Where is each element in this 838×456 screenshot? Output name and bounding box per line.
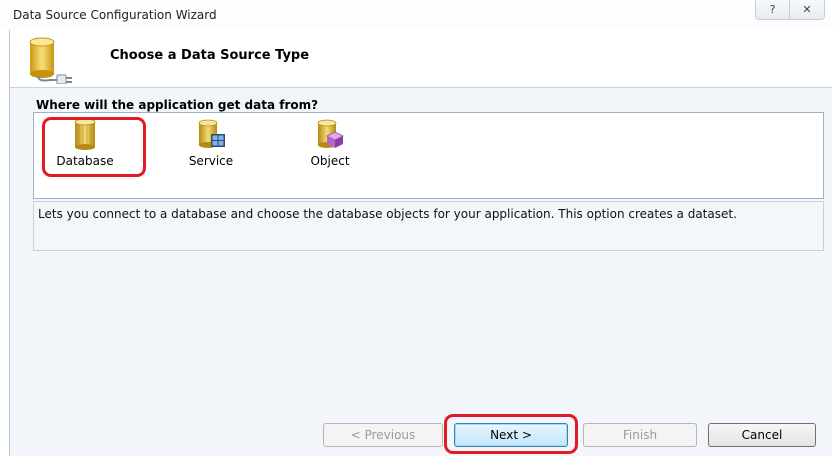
page-title: Choose a Data Source Type (110, 48, 310, 63)
finish-button[interactable]: Finish (583, 423, 697, 447)
help-button[interactable]: ? (755, 0, 789, 20)
previous-button[interactable]: < Previous (323, 423, 443, 447)
cancel-button[interactable]: Cancel (708, 423, 816, 447)
data-source-question: Where will the application get data from… (36, 98, 319, 112)
next-highlight-annotation (444, 414, 578, 454)
object-icon (317, 119, 344, 148)
title-bar: Data Source Configuration Wizard ? ✕ (0, 0, 838, 30)
choice-service[interactable]: Service (178, 118, 244, 174)
choice-object[interactable]: Object (297, 118, 363, 174)
service-icon (198, 119, 225, 148)
window-title: Data Source Configuration Wizard (13, 8, 217, 22)
close-button[interactable]: ✕ (789, 0, 825, 20)
help-icon: ? (769, 3, 776, 16)
wizard-header: Choose a Data Source Type (10, 31, 832, 87)
database-plug-icon (29, 37, 72, 84)
choice-object-label: Object (310, 154, 350, 168)
choice-description: Lets you connect to a database and choos… (38, 207, 737, 221)
data-source-list (33, 112, 824, 199)
close-icon: ✕ (802, 3, 812, 16)
choice-service-label: Service (188, 154, 234, 168)
database-highlight-annotation (42, 117, 146, 177)
